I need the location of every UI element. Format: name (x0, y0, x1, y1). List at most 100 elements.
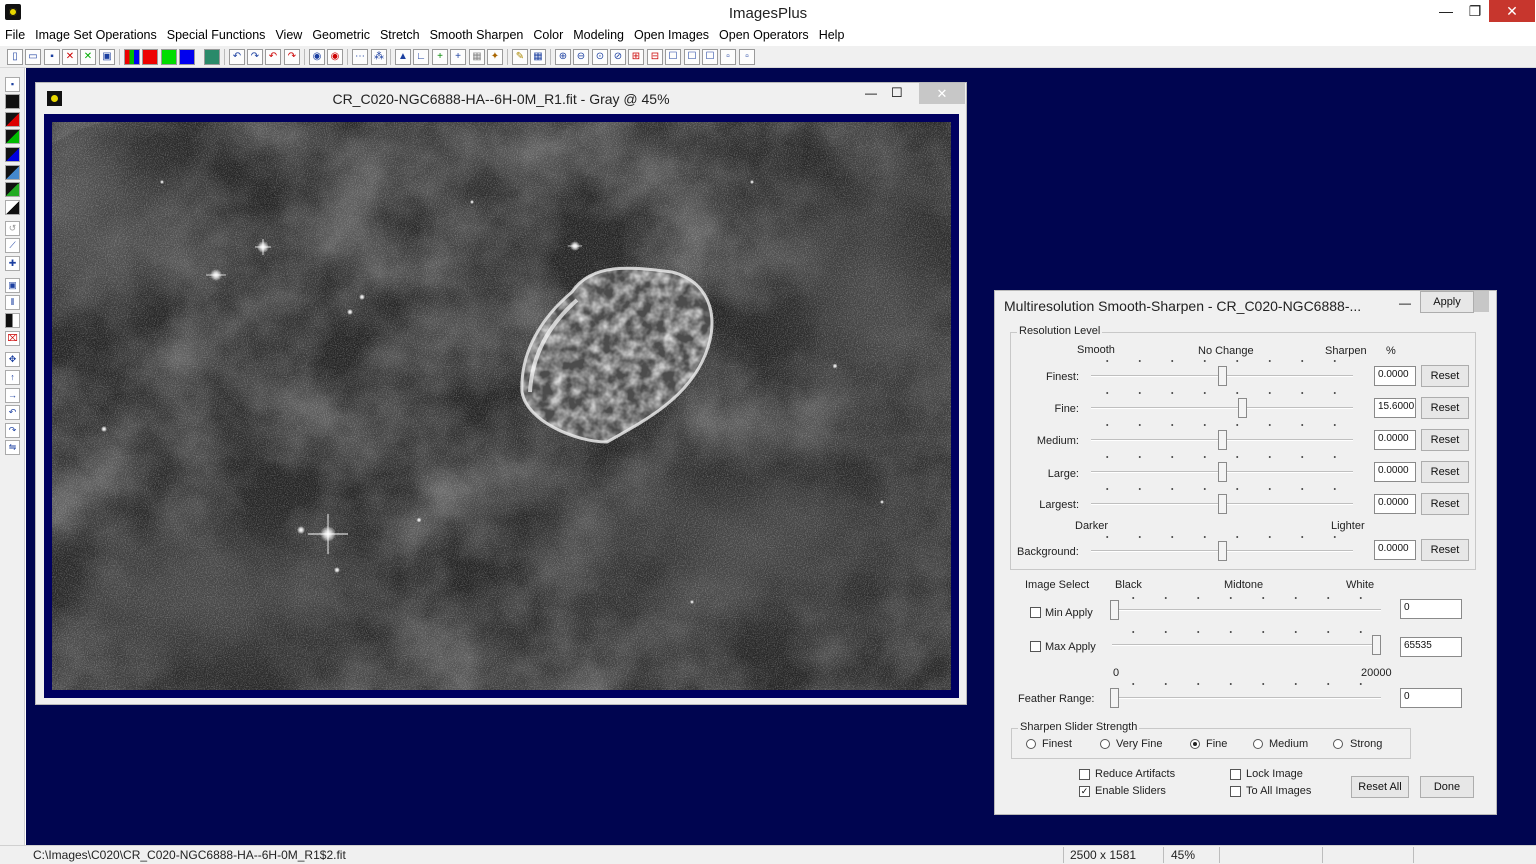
reset-all-button[interactable]: Reset All (1351, 776, 1409, 798)
medium-value-field[interactable]: 0.0000 (1374, 430, 1416, 450)
invert-icon[interactable] (5, 200, 20, 215)
menu-special-functions[interactable]: Special Functions (162, 28, 271, 42)
open-file-icon[interactable]: ▭ (25, 49, 41, 65)
menu-modeling[interactable]: Modeling (568, 28, 629, 42)
red-channel-tool-icon[interactable] (5, 112, 20, 127)
minimize-button[interactable]: — (1431, 0, 1461, 22)
zoom-in-icon[interactable]: ⊕ (555, 49, 571, 65)
undo-all-icon[interactable]: ↶ (265, 49, 281, 65)
channel-tool-icon[interactable] (5, 165, 20, 180)
reduce-artifacts-checkbox[interactable] (1079, 769, 1090, 780)
move-icon[interactable]: ✥ (5, 352, 20, 367)
curves-icon[interactable]: ∟ (413, 49, 429, 65)
image-info-icon[interactable]: ✦ (487, 49, 503, 65)
largest-value-field[interactable]: 0.0000 (1374, 494, 1416, 514)
min-apply-value-field[interactable]: 0 (1400, 599, 1462, 619)
flip-icon[interactable]: ⇋ (5, 440, 20, 455)
menu-stretch[interactable]: Stretch (375, 28, 425, 42)
menu-open-images[interactable]: Open Images (629, 28, 714, 42)
menu-file[interactable]: File (0, 28, 30, 42)
zoom-red-plus-icon[interactable]: ⊞ (628, 49, 644, 65)
finest-slider-thumb[interactable] (1218, 366, 1227, 386)
menu-help[interactable]: Help (814, 28, 850, 42)
red-channel-icon[interactable] (142, 49, 158, 65)
zoom-red-minus-icon[interactable]: ⊟ (647, 49, 663, 65)
largest-slider-thumb[interactable] (1218, 494, 1227, 514)
channel-mix-icon[interactable] (5, 182, 20, 197)
enable-sliders-checkbox[interactable]: ✓ (1079, 786, 1090, 797)
max-apply-slider-thumb[interactable] (1372, 635, 1381, 655)
window-cascade-icon[interactable]: ☐ (684, 49, 700, 65)
green-channel-icon[interactable] (161, 49, 177, 65)
zoom-actual-icon[interactable]: ⊘ (610, 49, 626, 65)
menu-geometric[interactable]: Geometric (307, 28, 375, 42)
medium-slider-thumb[interactable] (1218, 430, 1227, 450)
min-apply-slider-thumb[interactable] (1110, 600, 1119, 620)
strength-medium-radio[interactable] (1253, 739, 1263, 749)
menu-image-set-operations[interactable]: Image Set Operations (30, 28, 162, 42)
menu-open-operators[interactable]: Open Operators (714, 28, 814, 42)
table-icon[interactable]: ▦ (530, 49, 546, 65)
blue-channel-icon[interactable] (179, 49, 195, 65)
image-close-button[interactable]: ✕ (919, 83, 965, 104)
lock-image-checkbox[interactable] (1230, 769, 1241, 780)
background-reset-button[interactable]: Reset (1421, 539, 1469, 561)
dotted-line-icon[interactable]: ⋯ (352, 49, 368, 65)
menu-smooth-sharpen[interactable]: Smooth Sharpen (425, 28, 529, 42)
apply-button[interactable]: Apply (1420, 291, 1474, 313)
rotate-gray-icon[interactable]: ↺ (5, 221, 20, 236)
image-maximize-button[interactable]: ☐ (891, 85, 903, 101)
image-minimize-button[interactable]: — (865, 86, 877, 100)
strength-strong-radio[interactable] (1333, 739, 1343, 749)
feather-value-field[interactable]: 0 (1400, 688, 1462, 708)
background-value-field[interactable]: 0.0000 (1374, 540, 1416, 560)
select-circle-icon[interactable]: ◉ (309, 49, 325, 65)
rgb-channels-icon[interactable] (124, 49, 140, 65)
medium-reset-button[interactable]: Reset (1421, 429, 1469, 451)
dialog-minimize-button[interactable]: — (1399, 296, 1411, 310)
green-channel-tool-icon[interactable] (5, 129, 20, 144)
close-button[interactable]: ✕ (1489, 0, 1535, 22)
rotate-left-icon[interactable]: ↶ (5, 405, 20, 420)
crosshair-green-icon[interactable]: + (432, 49, 448, 65)
large-reset-button[interactable]: Reset (1421, 461, 1469, 483)
zoom-fit-icon[interactable]: ⊙ (592, 49, 608, 65)
menu-view[interactable]: View (270, 28, 307, 42)
fine-slider-thumb[interactable] (1238, 398, 1248, 418)
strength-finest-radio[interactable] (1026, 739, 1036, 749)
diagonal-icon[interactable]: ⟋ (5, 238, 20, 253)
to-all-images-checkbox[interactable] (1230, 786, 1241, 797)
background-slider-thumb[interactable] (1218, 541, 1227, 561)
fine-reset-button[interactable]: Reset (1421, 397, 1469, 419)
print-icon[interactable]: ▣ (99, 49, 115, 65)
half-black-icon[interactable] (5, 313, 20, 328)
blue-channel-tool-icon[interactable] (5, 147, 20, 162)
strength-fine-radio[interactable] (1190, 739, 1200, 749)
arrow-up-icon[interactable]: ↑ (5, 370, 20, 385)
maximize-button[interactable]: ❐ (1460, 0, 1490, 22)
frame-icon[interactable]: ▣ (5, 278, 20, 293)
undo-icon[interactable]: ↶ (229, 49, 245, 65)
black-square-icon[interactable] (5, 94, 20, 109)
max-apply-value-field[interactable]: 65535 (1400, 637, 1462, 657)
redo-icon[interactable]: ↷ (247, 49, 263, 65)
pencil-icon[interactable]: ✎ (512, 49, 528, 65)
crop-icon[interactable]: ⌧ (5, 331, 20, 346)
menu-color[interactable]: Color (528, 28, 568, 42)
save-icon[interactable]: ▪ (44, 49, 60, 65)
feather-slider-thumb[interactable] (1110, 688, 1119, 708)
strength-very-fine-radio[interactable] (1100, 739, 1110, 749)
arrow-right-icon[interactable]: → (5, 388, 20, 403)
fine-value-field[interactable]: 15.6000 (1374, 398, 1416, 418)
rotate-right-icon[interactable]: ↷ (5, 423, 20, 438)
largest-reset-button[interactable]: Reset (1421, 493, 1469, 515)
finest-value-field[interactable]: 0.0000 (1374, 366, 1416, 386)
window-small-icon[interactable]: ▫ (720, 49, 736, 65)
max-apply-checkbox[interactable] (1030, 641, 1041, 652)
astro-image-canvas[interactable] (52, 122, 951, 690)
histogram-icon[interactable]: ▲ (395, 49, 411, 65)
polygon-select-icon[interactable]: ⁂ (371, 49, 387, 65)
crosshair-icon[interactable]: + (450, 49, 466, 65)
large-value-field[interactable]: 0.0000 (1374, 462, 1416, 482)
window-arrange-icon[interactable]: ☐ (702, 49, 718, 65)
